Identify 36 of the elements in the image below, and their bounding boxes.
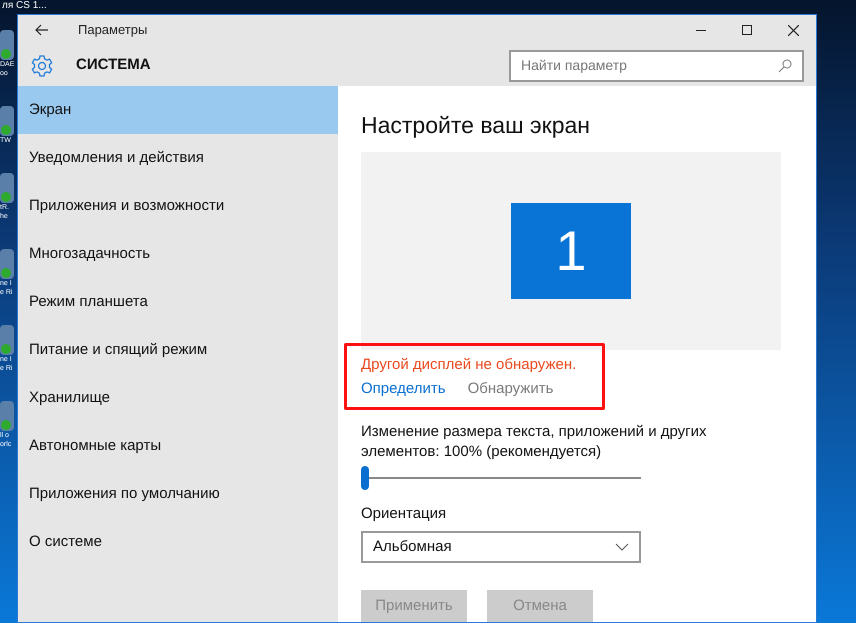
sidebar-item[interactable]: Автономные карты [18, 422, 338, 470]
sidebar-item[interactable]: О системе [18, 518, 338, 566]
desktop-icon[interactable] [0, 30, 14, 60]
orientation-dropdown[interactable]: Альбомная [361, 531, 641, 563]
desktop-icon[interactable] [0, 173, 14, 203]
scale-label: Изменение размера текста, приложений и других элементов: 100% (рекомендуется) [361, 422, 708, 462]
sidebar-item[interactable]: Питание и спящий режим [18, 326, 338, 374]
close-icon [788, 24, 798, 36]
search-input[interactable]: Найти параметр [521, 55, 778, 76]
monitor-tile[interactable]: 1 [511, 203, 631, 300]
orientation-label: Ориентация [361, 504, 446, 524]
chevron-down-icon [615, 543, 629, 552]
slider[interactable] [361, 466, 641, 490]
settings-gear-icon [30, 54, 54, 78]
link[interactable]: Определить [361, 380, 446, 398]
sidebar-item[interactable]: Приложения и возможности [18, 182, 338, 230]
sidebar-item[interactable]: Многозадачность [18, 230, 338, 278]
maximize-icon [742, 25, 752, 35]
sidebar-item[interactable]: Уведомления и действия [18, 134, 338, 182]
desktop-icon-label: ля CS 1... [2, 0, 47, 11]
desktop-icon[interactable] [0, 106, 14, 136]
search-icon [778, 58, 792, 72]
desktop-icon[interactable] [0, 325, 14, 355]
section-title: СИСТЕМА [76, 55, 151, 76]
slider-thumb[interactable] [361, 466, 369, 490]
sidebar-item[interactable]: Хранилище [18, 374, 338, 422]
desktop-icon[interactable] [0, 249, 14, 279]
window-title: Параметры [78, 21, 148, 40]
sidebar-item[interactable]: Экран [18, 86, 338, 134]
dropdown-value: Альбомная [373, 536, 452, 557]
back-arrow-icon [35, 24, 49, 36]
page-title: Настройте ваш экран [361, 111, 590, 140]
sidebar-item[interactable]: Приложения по умолчанию [18, 470, 338, 518]
warning-text: Другой дисплей не обнаружен. [361, 356, 578, 374]
sidebar-item[interactable]: Режим планшета [18, 278, 338, 326]
search-field[interactable]: Найти параметр [509, 50, 804, 82]
